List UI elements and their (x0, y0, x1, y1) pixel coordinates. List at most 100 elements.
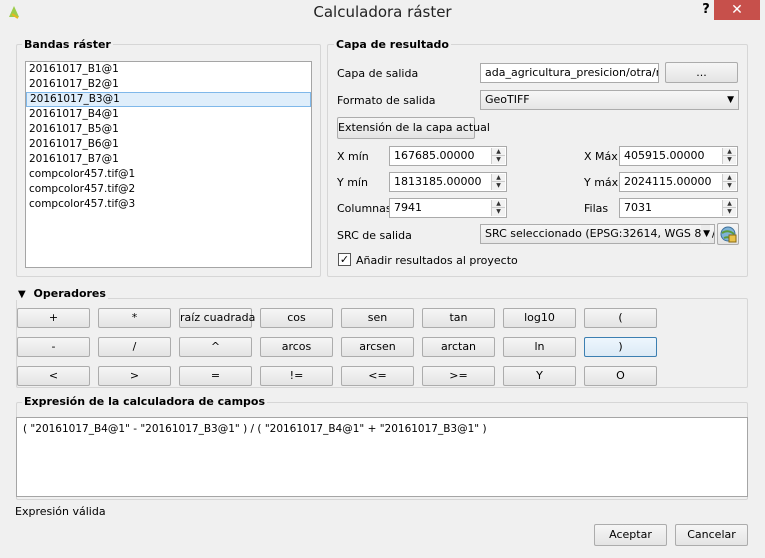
operator-button[interactable]: log10 (503, 308, 576, 328)
format-value: GeoTIFF (485, 93, 530, 106)
spin-up-icon[interactable]: ▲ (723, 200, 736, 208)
band-list-item[interactable]: 20161017_B3@1 (26, 92, 311, 107)
help-button[interactable]: ? (697, 1, 715, 19)
operator-button[interactable]: arcos (260, 337, 333, 357)
operator-button[interactable]: != (260, 366, 333, 386)
ymin-spinner[interactable]: ▲ ▼ (491, 174, 505, 190)
spin-up-icon[interactable]: ▲ (723, 148, 736, 156)
band-list-item[interactable]: compcolor457.tif@2 (26, 182, 311, 197)
rows-value: 7031 (624, 201, 652, 214)
operator-button[interactable]: arctan (422, 337, 495, 357)
chevron-down-icon: ▼ (727, 95, 734, 105)
band-list-item[interactable]: 20161017_B6@1 (26, 137, 311, 152)
rows-field[interactable]: 7031 ▲ ▼ (619, 198, 738, 218)
xmax-label: X Máx (584, 150, 618, 163)
spin-down-icon[interactable]: ▼ (492, 156, 505, 164)
accept-button[interactable]: Aceptar (594, 524, 667, 546)
band-list-item[interactable]: 20161017_B1@1 (26, 62, 311, 77)
xmax-field[interactable]: 405915.00000 ▲ ▼ (619, 146, 738, 166)
operators-title-label: Operadores (33, 287, 106, 300)
operator-button[interactable]: cos (260, 308, 333, 328)
crs-value: SRC seleccionado (EPSG:32614, WGS 84 / U (485, 227, 715, 240)
ymax-spinner[interactable]: ▲ ▼ (722, 174, 736, 190)
band-list-item[interactable]: 20161017_B2@1 (26, 77, 311, 92)
browse-button[interactable]: ... (665, 62, 738, 83)
operator-button[interactable]: < (17, 366, 90, 386)
xmax-value: 405915.00000 (624, 149, 705, 162)
band-list-item[interactable]: compcolor457.tif@1 (26, 167, 311, 182)
rows-label: Filas (584, 202, 609, 215)
operator-button[interactable]: arcsen (341, 337, 414, 357)
operator-button[interactable]: ^ (179, 337, 252, 357)
crs-label: SRC de salida (337, 229, 412, 242)
operator-button[interactable]: / (98, 337, 171, 357)
ymin-label: Y mín (337, 176, 368, 189)
band-list-item[interactable]: 20161017_B5@1 (26, 122, 311, 137)
operator-button[interactable]: >= (422, 366, 495, 386)
spin-up-icon[interactable]: ▲ (723, 174, 736, 182)
spin-down-icon[interactable]: ▼ (723, 156, 736, 164)
operator-button[interactable]: - (17, 337, 90, 357)
operator-button[interactable]: > (98, 366, 171, 386)
band-list-item[interactable]: 20161017_B7@1 (26, 152, 311, 167)
globe-icon (720, 226, 737, 243)
add-results-label: Añadir resultados al proyecto (356, 254, 518, 267)
operator-button[interactable]: ln (503, 337, 576, 357)
operators-group-title: ▼ Operadores (16, 287, 108, 300)
operator-button[interactable]: <= (341, 366, 414, 386)
xmax-spinner[interactable]: ▲ ▼ (722, 148, 736, 164)
result-group-title: Capa de resultado (334, 38, 451, 51)
band-list-item[interactable]: compcolor457.tif@3 (26, 197, 311, 212)
operator-button[interactable]: = (179, 366, 252, 386)
operator-button[interactable]: ) (584, 337, 657, 357)
xmin-field[interactable]: 167685.00000 ▲ ▼ (389, 146, 507, 166)
title-bar: Calculadora ráster ? ✕ (0, 0, 765, 26)
cancel-button[interactable]: Cancelar (675, 524, 748, 546)
xmin-label: X mín (337, 150, 369, 163)
columns-spinner[interactable]: ▲ ▼ (491, 200, 505, 216)
columns-field[interactable]: 7941 ▲ ▼ (389, 198, 507, 218)
spin-down-icon[interactable]: ▼ (723, 182, 736, 190)
operator-button[interactable]: sen (341, 308, 414, 328)
operator-button[interactable]: tan (422, 308, 495, 328)
xmin-spinner[interactable]: ▲ ▼ (491, 148, 505, 164)
operator-button[interactable]: * (98, 308, 171, 328)
output-layer-label: Capa de salida (337, 67, 419, 80)
chevron-down-icon: ▼ (701, 225, 710, 243)
spin-down-icon[interactable]: ▼ (492, 208, 505, 216)
output-layer-field[interactable]: ada_agricultura_presicion/otra/ndvi (480, 63, 659, 83)
ymin-field[interactable]: 1813185.00000 ▲ ▼ (389, 172, 507, 192)
crs-combo[interactable]: SRC seleccionado (EPSG:32614, WGS 84 / U… (480, 224, 715, 244)
format-combo[interactable]: GeoTIFF ▼ (480, 90, 739, 110)
spin-up-icon[interactable]: ▲ (492, 148, 505, 156)
operator-button[interactable]: Y (503, 366, 576, 386)
operator-button[interactable]: raíz cuadrada (179, 308, 255, 328)
layer-extent-button[interactable]: Extensión de la capa actual (337, 117, 490, 139)
expression-editor[interactable]: ( "20161017_B4@1" - "20161017_B3@1" ) / … (16, 417, 748, 497)
spin-up-icon[interactable]: ▲ (492, 200, 505, 208)
window-title: Calculadora ráster (313, 3, 452, 21)
crs-select-button[interactable] (717, 223, 739, 245)
spin-up-icon[interactable]: ▲ (492, 174, 505, 182)
columns-value: 7941 (394, 201, 422, 214)
ymax-field[interactable]: 2024115.00000 ▲ ▼ (619, 172, 738, 192)
columns-label: Columnas (337, 202, 392, 215)
rows-spinner[interactable]: ▲ ▼ (722, 200, 736, 216)
ymin-value: 1813185.00000 (394, 175, 482, 188)
expression-status: Expresión válida (15, 505, 106, 518)
spin-down-icon[interactable]: ▼ (492, 182, 505, 190)
band-list-item[interactable]: 20161017_B4@1 (26, 107, 311, 122)
format-label: Formato de salida (337, 94, 436, 107)
collapse-triangle-icon[interactable]: ▼ (18, 289, 26, 300)
operator-button[interactable]: ( (584, 308, 657, 328)
add-results-checkbox[interactable]: ✓ (338, 253, 351, 266)
close-button[interactable]: ✕ (714, 0, 760, 20)
operator-button[interactable]: O (584, 366, 657, 386)
operator-button[interactable]: + (17, 308, 90, 328)
expression-group-title: Expresión de la calculadora de campos (22, 395, 268, 408)
bands-list[interactable]: 20161017_B1@1 20161017_B2@1 20161017_B3@1 2… (25, 61, 312, 268)
spin-down-icon[interactable]: ▼ (723, 208, 736, 216)
xmin-value: 167685.00000 (394, 149, 475, 162)
bands-group-title: Bandas ráster (22, 38, 113, 51)
ymax-label: Y máx (584, 176, 619, 189)
